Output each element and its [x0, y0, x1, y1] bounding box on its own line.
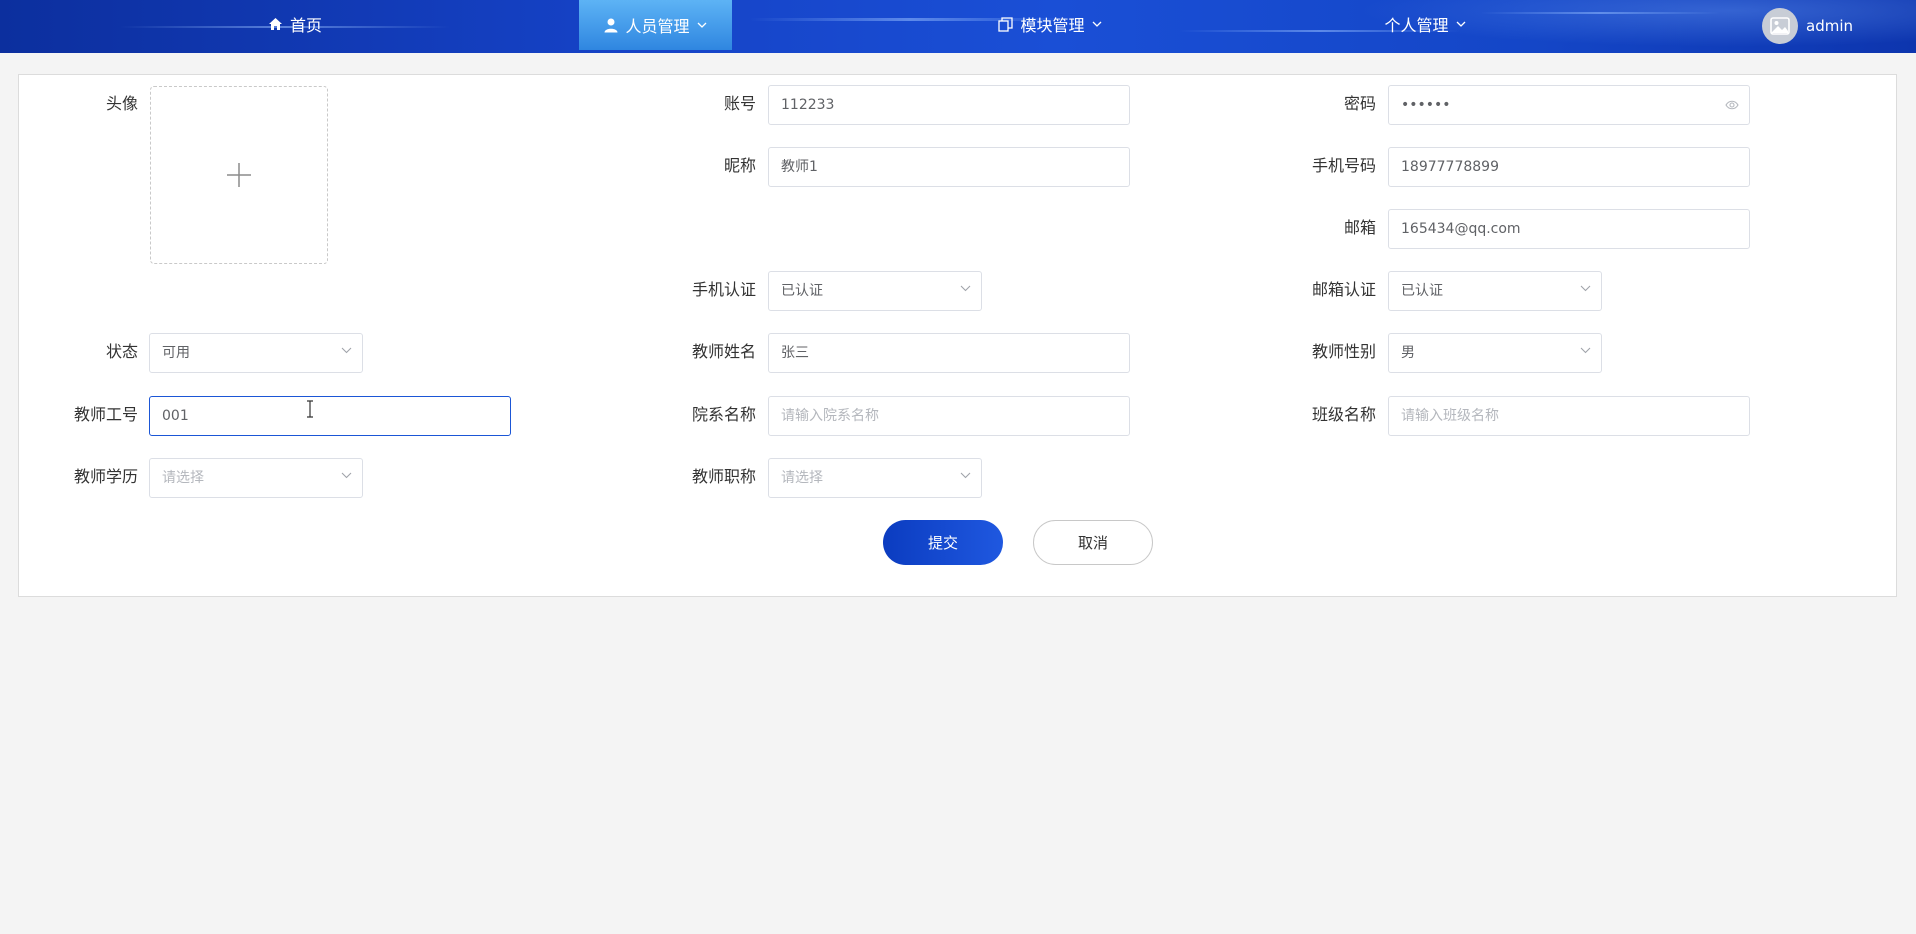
username: admin	[1806, 17, 1853, 35]
submit-button[interactable]: 提交	[883, 520, 1003, 565]
plus-icon	[227, 163, 251, 187]
top-nav: 首页 人员管理 模块管理 个人管理 admin	[0, 0, 1916, 53]
department-input[interactable]: 请输入院系名称	[768, 396, 1130, 436]
image-icon	[1770, 17, 1790, 35]
nav-personal[interactable]: 个人管理	[1370, 0, 1480, 48]
chevron-down-icon	[1580, 347, 1591, 354]
teacher-name-input[interactable]: 张三	[768, 333, 1130, 373]
nickname-input[interactable]: 教师1	[768, 147, 1130, 187]
user-menu[interactable]: admin	[1762, 8, 1853, 44]
status-label: 状态	[105, 342, 138, 361]
chevron-down-icon	[341, 347, 352, 354]
phone-verify-label: 手机认证	[691, 280, 756, 299]
email-verify-label: 邮箱认证	[1311, 280, 1376, 299]
text-cursor-icon	[307, 400, 313, 418]
education-label: 教师学历	[73, 467, 138, 486]
email-input[interactable]: 165434@qq.com	[1388, 209, 1750, 249]
teacher-gender-value: 男	[1401, 345, 1415, 361]
home-icon	[268, 18, 282, 30]
avatar-label: 头像	[105, 94, 138, 113]
copy-icon	[998, 16, 1014, 32]
phone-input[interactable]: 18977778899	[1388, 147, 1750, 187]
eye-icon[interactable]	[1725, 99, 1739, 111]
class-label: 班级名称	[1311, 405, 1376, 424]
phone-verify-select[interactable]: 已认证	[768, 271, 982, 311]
teacher-no-label: 教师工号	[73, 405, 138, 424]
user-icon	[604, 18, 618, 32]
chevron-down-icon	[697, 22, 706, 28]
password-label: 密码	[1343, 94, 1376, 113]
chevron-down-icon	[960, 472, 971, 479]
chevron-down-icon	[1092, 21, 1101, 27]
teacher-gender-select[interactable]: 男	[1388, 333, 1602, 373]
title-select[interactable]: 请选择	[768, 458, 982, 498]
account-label: 账号	[723, 94, 756, 113]
nav-modules[interactable]: 模块管理	[980, 0, 1120, 48]
title-placeholder: 请选择	[781, 470, 823, 486]
status-select[interactable]: 可用	[149, 333, 363, 373]
nav-personnel-label: 人员管理	[625, 17, 690, 36]
title-label: 教师职称	[691, 467, 756, 486]
nav-personal-label: 个人管理	[1384, 16, 1449, 35]
chevron-down-icon	[1456, 21, 1465, 27]
teacher-name-label: 教师姓名	[691, 342, 756, 361]
nickname-label: 昵称	[723, 156, 756, 175]
department-label: 院系名称	[691, 405, 756, 424]
password-value: ••••••	[1401, 97, 1451, 113]
email-label: 邮箱	[1343, 218, 1376, 237]
teacher-gender-label: 教师性别	[1311, 342, 1376, 361]
teacher-no-input[interactable]: 001	[149, 396, 511, 436]
chevron-down-icon	[341, 472, 352, 479]
cancel-button[interactable]: 取消	[1033, 520, 1153, 565]
email-verify-select[interactable]: 已认证	[1388, 271, 1602, 311]
nav-personnel[interactable]: 人员管理	[579, 0, 732, 50]
nav-modules-label: 模块管理	[1020, 16, 1085, 35]
avatar-upload[interactable]	[150, 86, 328, 264]
status-value: 可用	[162, 345, 190, 361]
chevron-down-icon	[1580, 285, 1591, 292]
chevron-down-icon	[960, 285, 971, 292]
phone-label: 手机号码	[1311, 156, 1376, 175]
education-select[interactable]: 请选择	[149, 458, 363, 498]
avatar	[1762, 8, 1798, 44]
account-input[interactable]: 112233	[768, 85, 1130, 125]
phone-verify-value: 已认证	[781, 283, 823, 299]
email-verify-value: 已认证	[1401, 283, 1443, 299]
education-placeholder: 请选择	[162, 470, 204, 486]
class-input[interactable]: 请输入班级名称	[1388, 396, 1750, 436]
password-input[interactable]: ••••••	[1388, 85, 1750, 125]
nav-home[interactable]: 首页	[240, 0, 350, 48]
nav-home-label: 首页	[289, 16, 322, 35]
